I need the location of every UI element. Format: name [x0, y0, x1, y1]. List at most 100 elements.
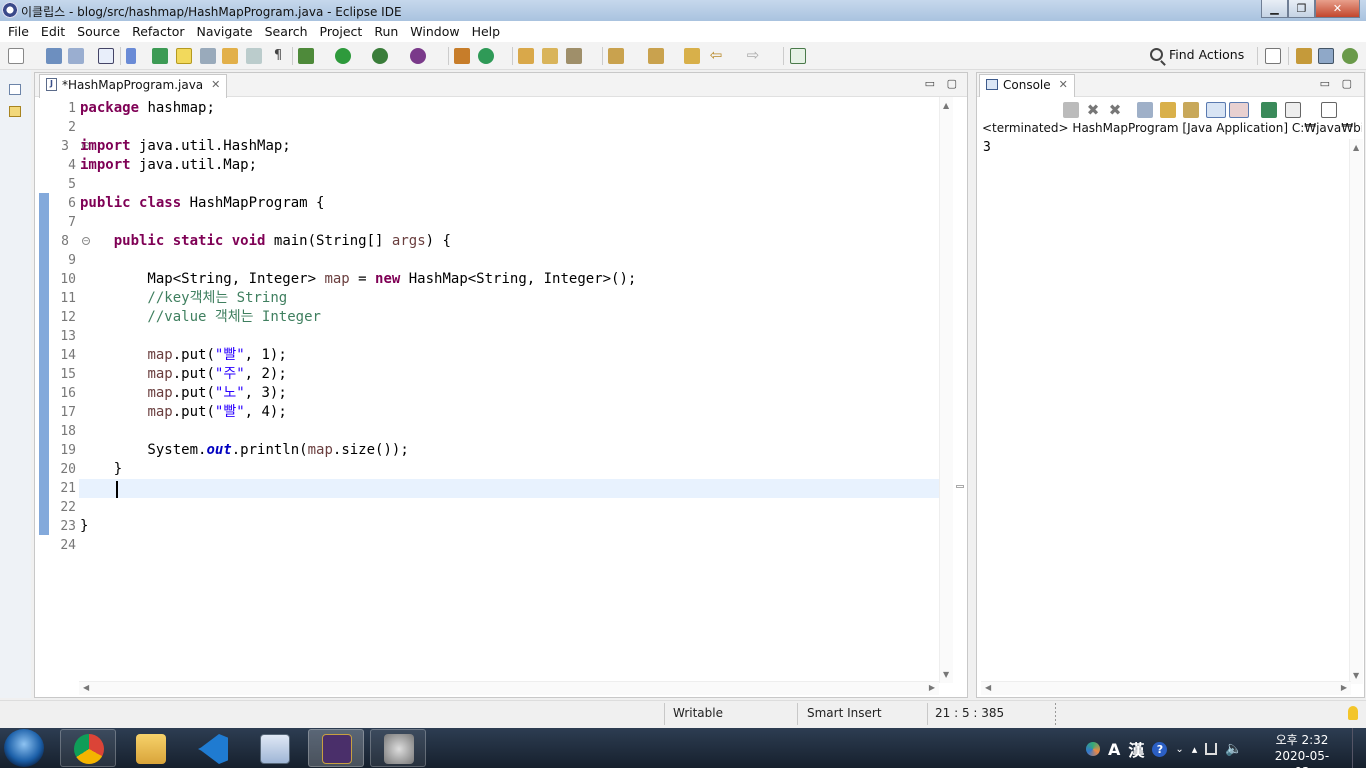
pin-editor-icon[interactable] [790, 48, 806, 64]
show-hidden-icons-icon[interactable]: ▴ [1192, 743, 1198, 756]
remove-all-launches-icon[interactable]: ✖ [1107, 102, 1123, 118]
taskbar-clock[interactable]: 오후 2:32 2020-05-03 [1268, 732, 1336, 768]
minimize-console-icon[interactable]: ▭ [1320, 77, 1330, 90]
maximize-button[interactable]: ❐ [1288, 0, 1315, 18]
menu-help[interactable]: Help [466, 24, 507, 39]
menu-navigate[interactable]: Navigate [191, 24, 259, 39]
console-output[interactable]: 3 [983, 140, 991, 155]
taskbar-media[interactable] [246, 729, 302, 767]
last-edit-location-icon[interactable] [684, 48, 700, 64]
code-area[interactable]: 1 2 3 4 5 6 7 8 9 10 11 12 13 14 15 16 1… [35, 97, 941, 683]
console-horizontal-scrollbar[interactable]: ◀ ▶ [981, 681, 1351, 695]
taskbar-chrome[interactable] [60, 729, 116, 767]
quick-access-icon[interactable] [152, 48, 168, 64]
editor-horizontal-scrollbar[interactable]: ◀ ▶ [79, 681, 939, 695]
menu-source[interactable]: Source [71, 24, 126, 39]
next-annotation-icon[interactable] [222, 48, 238, 64]
menu-search[interactable]: Search [259, 24, 314, 39]
menu-file[interactable]: File [2, 24, 35, 39]
run-icon[interactable] [335, 48, 351, 64]
save-icon[interactable] [46, 48, 62, 64]
menu-run[interactable]: Run [368, 24, 404, 39]
taskbar-tools[interactable] [370, 729, 426, 767]
language-bar-icon[interactable] [1086, 742, 1100, 756]
clear-console-icon[interactable] [1137, 102, 1153, 118]
code-line-17: map.put("빨", 4); [147, 404, 287, 420]
restore-icon[interactable] [9, 84, 21, 95]
show-desktop-button[interactable] [1352, 728, 1366, 768]
debug-icon[interactable] [298, 48, 314, 64]
toggle-breakpoint-icon[interactable] [126, 48, 136, 64]
open-type-icon[interactable] [518, 48, 534, 64]
remove-launch-icon[interactable]: ✖ [1085, 102, 1101, 118]
menu-project[interactable]: Project [314, 24, 369, 39]
close-button[interactable]: ✕ [1315, 0, 1360, 18]
minimize-editor-icon[interactable]: ▭ [925, 77, 935, 90]
taskbar-explorer[interactable] [122, 729, 178, 767]
external-tools-icon[interactable] [410, 48, 426, 64]
console-toolbar: ✖ ✖ [977, 97, 1364, 123]
close-console-icon[interactable]: ✕ [1059, 78, 1068, 98]
tab-console[interactable]: Console ✕ [979, 74, 1075, 98]
menu-bar: File Edit Source Refactor Navigate Searc… [0, 21, 1366, 42]
close-tab-icon[interactable]: ✕ [211, 78, 220, 91]
start-button-icon[interactable] [4, 729, 44, 767]
forward-icon[interactable]: ⇨ [745, 48, 761, 64]
volume-icon[interactable]: 🔈 [1225, 741, 1242, 757]
new-java-package-icon[interactable] [454, 48, 470, 64]
minimize-button[interactable]: ▁ [1261, 0, 1288, 18]
console-view-icon[interactable] [98, 48, 114, 64]
show-on-stdout-icon[interactable] [1206, 102, 1226, 118]
editor-tab-bar: J *HashMapProgram.java ✕ ▭ ▢ [35, 73, 967, 98]
taskbar-eclipse[interactable] [308, 729, 364, 767]
windows-taskbar: A 漢 ? ⌄ ▴ 🔈 오후 2:32 2020-05-03 [0, 728, 1366, 768]
word-wrap-icon[interactable] [1183, 102, 1199, 118]
ime-hanja-mode[interactable]: 漢 [1128, 737, 1144, 761]
scroll-lock-icon[interactable] [1160, 102, 1176, 118]
console-vertical-scrollbar[interactable]: ▲ ▼ [1349, 139, 1363, 684]
previous-edit-icon[interactable] [648, 48, 664, 64]
new-icon[interactable] [8, 48, 24, 64]
ime-options-icon[interactable]: ⌄ [1175, 744, 1183, 755]
new-java-class-icon[interactable] [478, 48, 494, 64]
display-console-icon[interactable] [1285, 102, 1301, 118]
line-number: 18 [60, 424, 76, 439]
taskbar-vscode[interactable] [184, 729, 240, 767]
find-actions-button[interactable]: Find Actions [1150, 47, 1244, 62]
previous-annotation-icon[interactable] [246, 48, 262, 64]
open-console-icon[interactable] [1321, 102, 1337, 118]
code-line-16: map.put("노", 3); [147, 385, 287, 401]
coverage-icon[interactable] [372, 48, 388, 64]
terminate-icon[interactable] [1063, 102, 1079, 118]
insert-mode-status[interactable]: Smart Insert [807, 706, 882, 720]
java-perspective-icon[interactable] [1318, 48, 1334, 64]
java-ee-perspective-icon[interactable] [1296, 48, 1312, 64]
debug-perspective-icon[interactable] [1342, 48, 1358, 64]
ime-alpha-mode[interactable]: A [1108, 740, 1120, 759]
open-task-icon[interactable] [542, 48, 558, 64]
menu-refactor[interactable]: Refactor [126, 24, 190, 39]
line-number-ruler: 1 2 3 4 5 6 7 8 9 10 11 12 13 14 15 16 1… [49, 97, 90, 683]
toggle-mark-occurrences-icon[interactable] [176, 48, 192, 64]
editor-vertical-scrollbar[interactable]: ▲ ▼ [939, 97, 953, 683]
show-whitespace-icon[interactable]: ¶ [270, 48, 286, 64]
maximize-console-icon[interactable]: ▢ [1342, 77, 1352, 90]
search-tool-icon[interactable] [566, 48, 582, 64]
menu-edit[interactable]: Edit [35, 24, 71, 39]
help-icon[interactable]: ? [1152, 741, 1168, 757]
package-explorer-icon[interactable] [9, 106, 21, 117]
tab-hashmapprogram-java[interactable]: J *HashMapProgram.java ✕ [39, 74, 228, 98]
maximize-editor-icon[interactable]: ▢ [947, 77, 957, 90]
save-all-icon[interactable] [68, 48, 84, 64]
line-number: 2 [68, 120, 76, 135]
block-selection-icon[interactable] [200, 48, 216, 64]
back-icon[interactable]: ⇦ [708, 48, 724, 64]
open-perspective-icon[interactable] [1265, 48, 1281, 64]
overview-ruler[interactable] [953, 97, 967, 683]
network-icon[interactable] [1205, 743, 1218, 755]
pin-console-icon[interactable] [1261, 102, 1277, 118]
next-edit-icon[interactable] [608, 48, 624, 64]
lightbulb-icon[interactable] [1348, 706, 1358, 720]
menu-window[interactable]: Window [404, 24, 465, 39]
show-on-stderr-icon[interactable] [1229, 102, 1249, 118]
